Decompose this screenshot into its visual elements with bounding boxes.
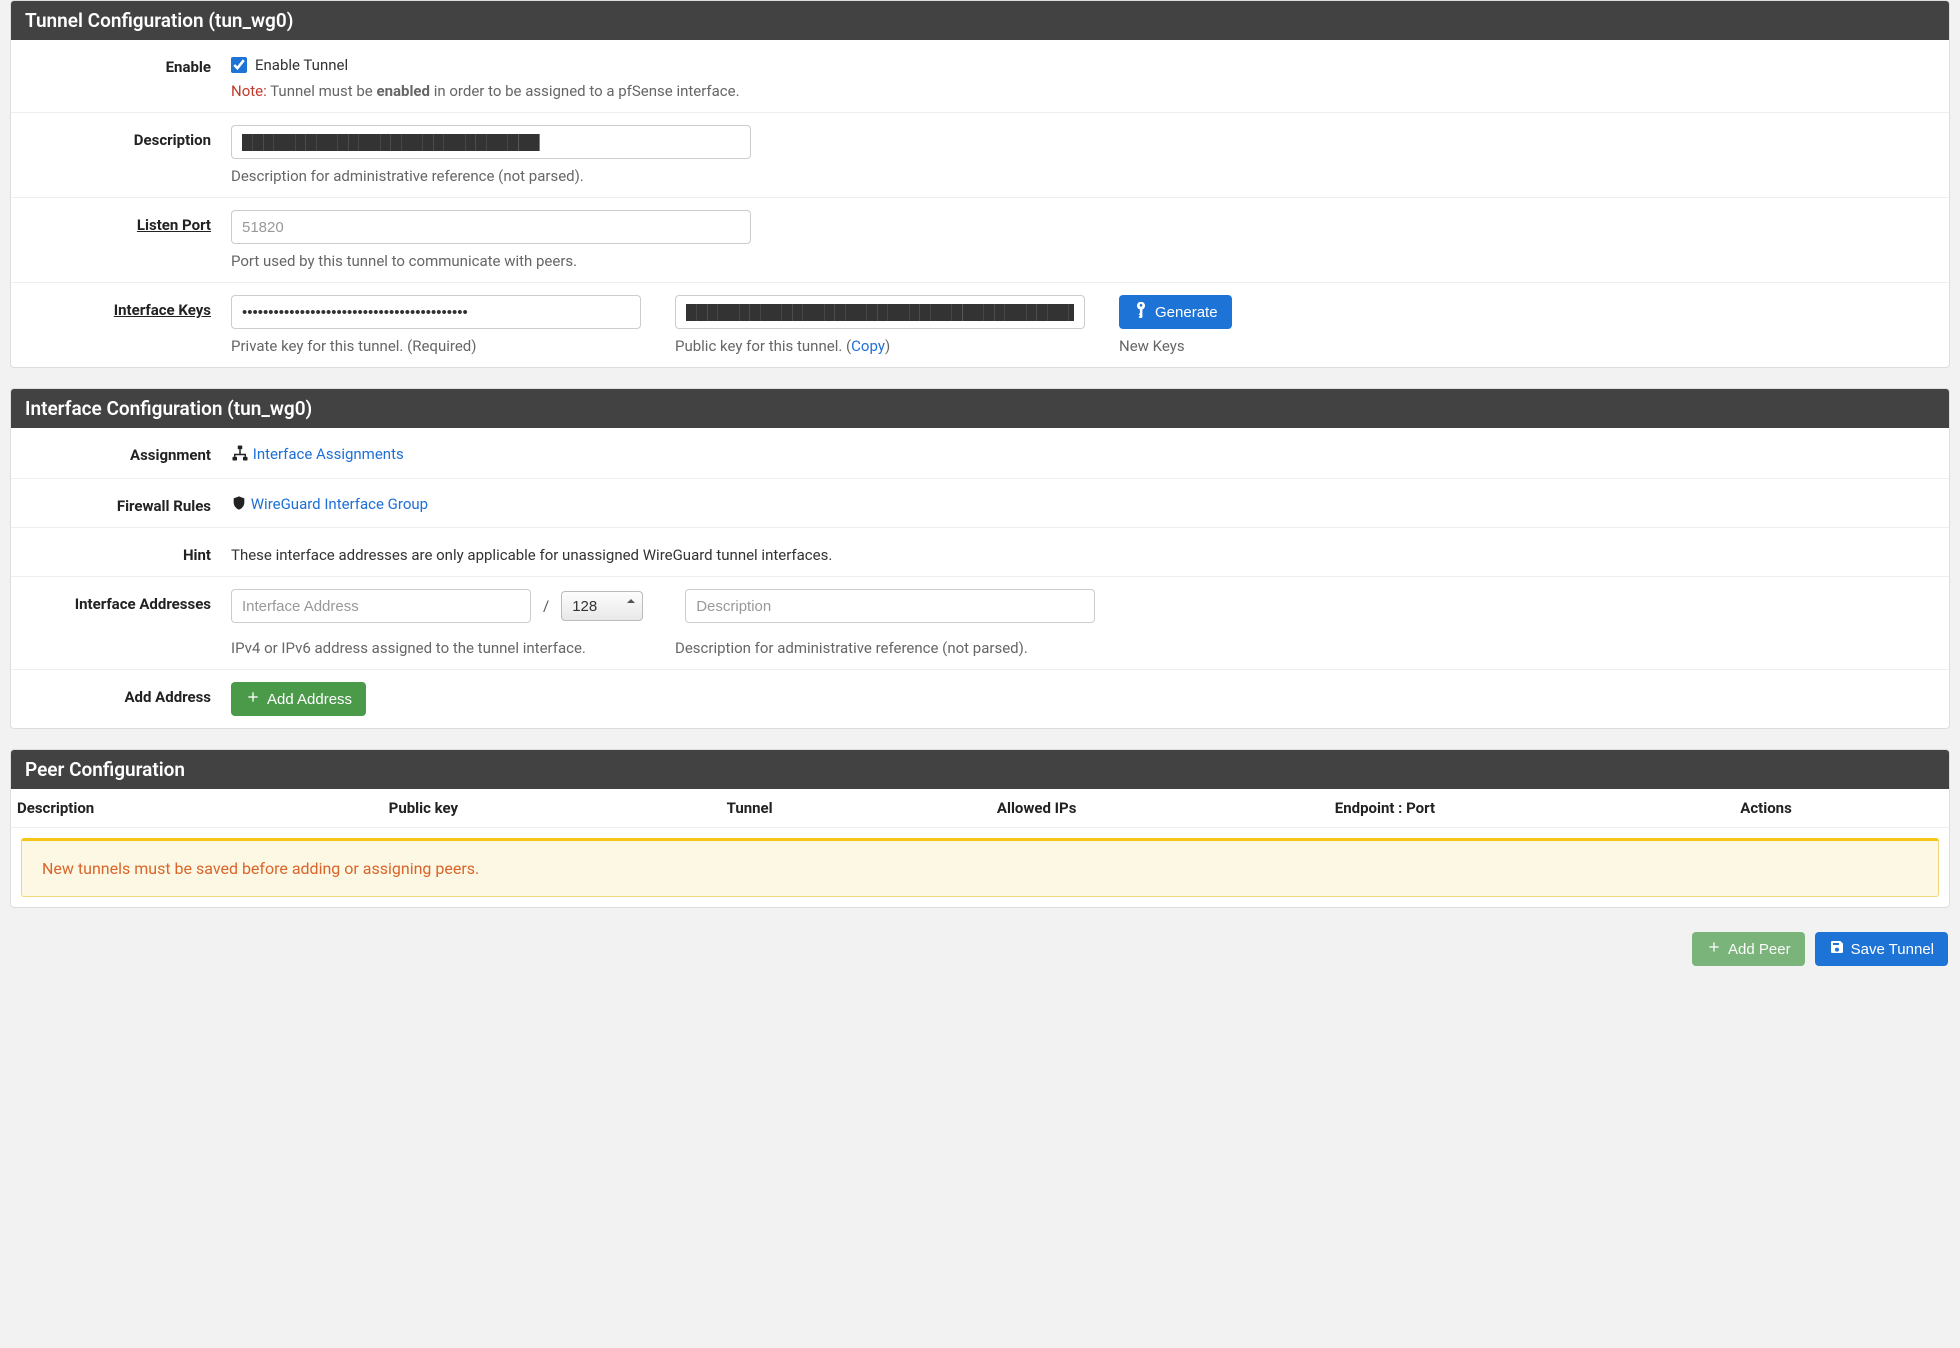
public-key-help: Public key for this tunnel. (Copy) (675, 337, 1085, 355)
interface-config-panel: Interface Configuration (tun_wg0) Assign… (10, 388, 1950, 729)
listen-port-help: Port used by this tunnel to communicate … (231, 252, 1929, 270)
shield-icon (231, 495, 247, 515)
note-prefix: Note: (231, 82, 267, 100)
address-description-input[interactable] (685, 589, 1095, 623)
private-key-help: Private key for this tunnel. (Required) (231, 337, 641, 355)
key-icon (1133, 302, 1149, 322)
enable-label: Enable (11, 52, 231, 100)
firewall-rules-label: Firewall Rules (11, 491, 231, 515)
tunnel-config-panel: Tunnel Configuration (tun_wg0) Enable En… (10, 0, 1950, 368)
private-key-input[interactable] (231, 295, 641, 329)
interface-keys-row: Interface Keys Private key for this tunn… (11, 283, 1949, 367)
hint-text: These interface addresses are only appli… (231, 540, 1949, 564)
wireguard-interface-group-link[interactable]: WireGuard Interface Group (251, 495, 428, 513)
address-desc-help: Description for administrative reference… (675, 639, 1085, 657)
interface-address-input[interactable] (231, 589, 531, 623)
hint-label: Hint (11, 540, 231, 564)
listen-port-label: Listen Port (11, 210, 231, 270)
interface-assignments-link[interactable]: Interface Assignments (253, 445, 404, 463)
hint-row: Hint These interface addresses are only … (11, 528, 1949, 577)
assignment-row: Assignment Interface Assignments (11, 428, 1949, 479)
description-help: Description for administrative reference… (231, 167, 1929, 185)
peer-col-endpoint: Endpoint : Port (1335, 799, 1740, 817)
enable-note: Note: Tunnel must be enabled in order to… (231, 82, 1929, 100)
generate-keys-button[interactable]: Generate (1119, 295, 1232, 329)
description-row: Description Description for administrati… (11, 113, 1949, 198)
interface-addresses-label: Interface Addresses (11, 589, 231, 657)
add-peer-button[interactable]: Add Peer (1692, 932, 1805, 966)
firewall-rules-row: Firewall Rules WireGuard Interface Group (11, 479, 1949, 528)
add-address-label: Add Address (11, 682, 231, 716)
mask-select[interactable]: 128 (561, 591, 643, 621)
add-address-button[interactable]: Add Address (231, 682, 366, 716)
sitemap-icon (231, 444, 249, 466)
footer-buttons: Add Peer Save Tunnel (10, 928, 1950, 986)
enable-checkbox-label: Enable Tunnel (255, 56, 348, 74)
peer-table-header: Description Public key Tunnel Allowed IP… (11, 789, 1949, 828)
public-key-input[interactable] (675, 295, 1085, 329)
new-keys-label: New Keys (1119, 337, 1239, 355)
save-tunnel-button[interactable]: Save Tunnel (1815, 932, 1948, 966)
description-label: Description (11, 125, 231, 185)
save-icon (1829, 939, 1845, 959)
tunnel-config-header: Tunnel Configuration (tun_wg0) (11, 1, 1949, 40)
plus-icon (245, 689, 261, 709)
peer-config-header: Peer Configuration (11, 750, 1949, 789)
plus-icon (1706, 939, 1722, 959)
interface-keys-label: Interface Keys (11, 295, 231, 355)
slash-separator: / (539, 597, 553, 615)
listen-port-input[interactable] (231, 210, 751, 244)
enable-row: Enable Enable Tunnel Note: Tunnel must b… (11, 40, 1949, 113)
peer-col-description: Description (17, 799, 389, 817)
description-input[interactable] (231, 125, 751, 159)
add-address-row: Add Address Add Address (11, 670, 1949, 728)
listen-port-row: Listen Port Port used by this tunnel to … (11, 198, 1949, 283)
peer-col-publickey: Public key (389, 799, 727, 817)
assignment-label: Assignment (11, 440, 231, 466)
peer-config-panel: Peer Configuration Description Public ke… (10, 749, 1950, 908)
interface-config-header: Interface Configuration (tun_wg0) (11, 389, 1949, 428)
peer-col-allowedips: Allowed IPs (997, 799, 1335, 817)
address-help: IPv4 or IPv6 address assigned to the tun… (231, 639, 641, 657)
copy-public-key-link[interactable]: Copy (851, 337, 885, 355)
peer-col-tunnel: Tunnel (727, 799, 997, 817)
peer-col-actions: Actions (1740, 799, 1943, 817)
peer-save-alert: New tunnels must be saved before adding … (21, 838, 1939, 897)
interface-addresses-row: Interface Addresses / 128 IPv4 or IPv6 a… (11, 577, 1949, 670)
enable-checkbox[interactable] (231, 57, 247, 73)
